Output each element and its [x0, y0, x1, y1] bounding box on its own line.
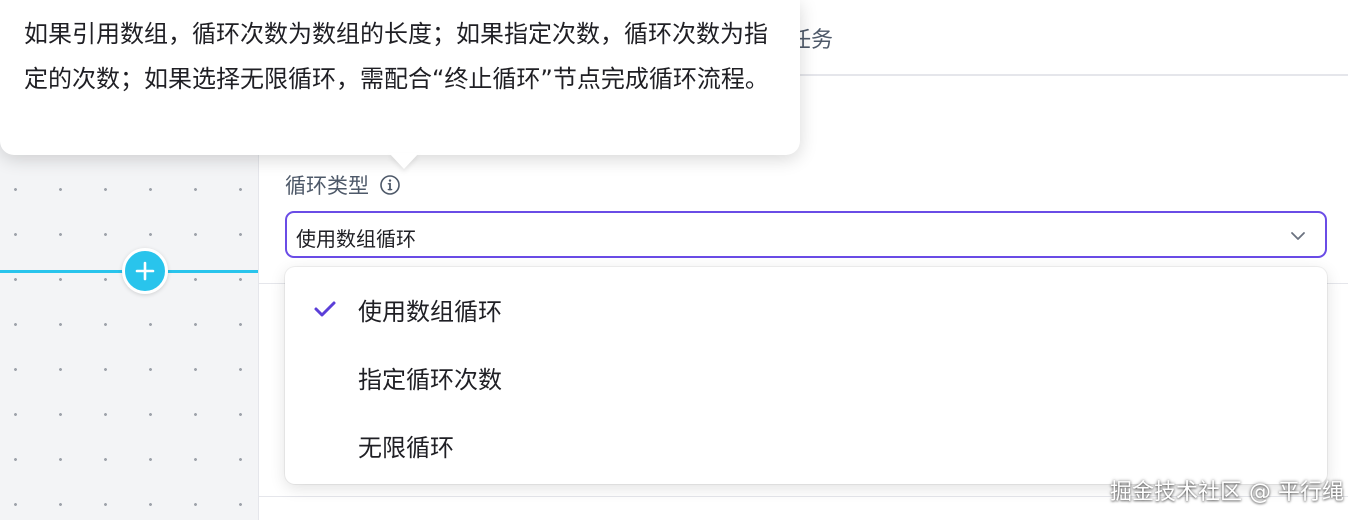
plus-icon: [135, 261, 155, 281]
chevron-down-icon: [1291, 232, 1305, 240]
loop-type-label: 循环类型: [285, 170, 401, 200]
tooltip-arrow: [389, 153, 419, 169]
loop-type-tooltip: 如果引用数组，循环次数为数组的长度；如果指定次数，循环次数为指定的次数；如果选择…: [0, 0, 800, 169]
info-icon[interactable]: [379, 174, 401, 196]
loop-type-select-value: 使用数组循环: [296, 227, 416, 251]
watermark: 掘金技术社区 @ 平行绳: [1110, 480, 1344, 505]
add-node-button[interactable]: [122, 248, 168, 294]
loop-type-select[interactable]: 使用数组循环: [285, 211, 1327, 258]
loop-type-label-text: 循环类型: [285, 174, 369, 198]
option-label: 使用数组循环: [358, 297, 502, 326]
option-specified-count[interactable]: 指定循环次数: [285, 343, 1327, 411]
option-use-array-loop[interactable]: 使用数组循环: [285, 275, 1327, 343]
loop-type-dropdown: 使用数组循环 指定循环次数 无限循环: [285, 267, 1327, 484]
option-infinite-loop[interactable]: 无限循环: [285, 411, 1327, 479]
option-label: 指定循环次数: [358, 365, 502, 394]
tooltip-text: 如果引用数组，循环次数为数组的长度；如果指定次数，循环次数为指定的次数；如果选择…: [24, 20, 769, 93]
option-label: 无限循环: [358, 433, 454, 462]
check-icon: [314, 301, 336, 317]
